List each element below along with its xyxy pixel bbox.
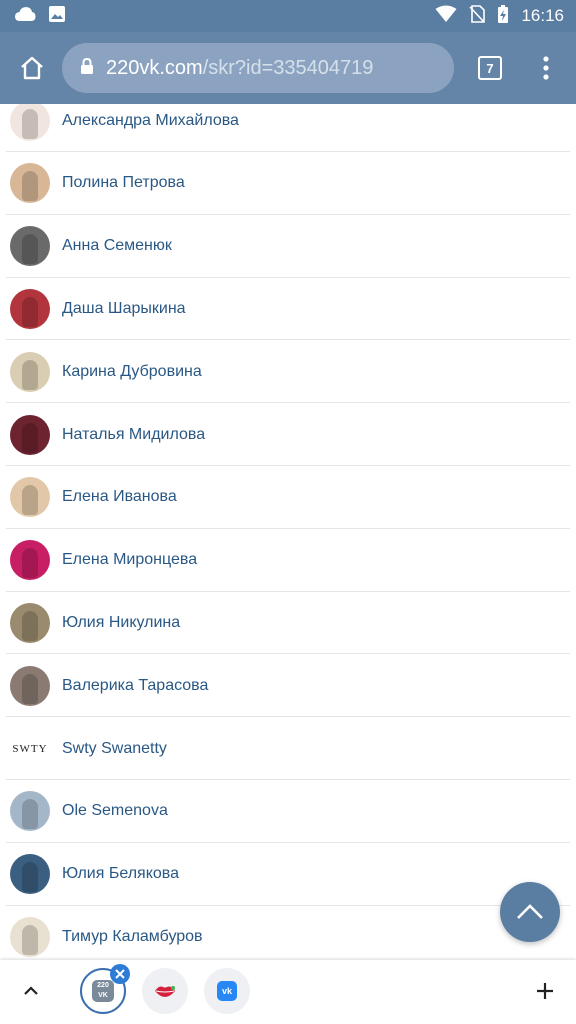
friend-row[interactable]: Даша Шарыкина: [6, 278, 570, 341]
avatar-photo: [22, 485, 38, 516]
friend-row[interactable]: Полина Петрова: [6, 153, 570, 215]
app-lips-button[interactable]: [142, 968, 188, 1014]
cloud-icon: [14, 6, 36, 27]
avatar-photo: [22, 862, 38, 893]
avatar[interactable]: SWTY: [10, 728, 50, 769]
chevron-up-icon: [517, 904, 543, 919]
new-tab-button[interactable]: [522, 968, 568, 1014]
url-path: /skr?id=335404719: [202, 56, 374, 79]
friend-name[interactable]: Александра Михайлова: [62, 112, 239, 130]
overflow-menu-button[interactable]: [526, 38, 566, 98]
avatar-photo: [22, 610, 38, 641]
avatar-photo: [22, 548, 38, 579]
friends-list: Александра Михайлова Полина Петрова Анна С…: [0, 104, 576, 960]
avatar[interactable]: [10, 226, 50, 267]
friend-row[interactable]: Валерика Тарасова: [6, 655, 570, 718]
no-sim-icon: [469, 4, 486, 28]
avatar[interactable]: [10, 414, 50, 455]
status-bar: 16:16: [0, 0, 576, 32]
friend-name[interactable]: Ole Semenova: [62, 802, 168, 820]
scroll-to-top-button[interactable]: [500, 882, 560, 942]
220vk-logo-icon: 220 VK: [92, 980, 114, 1002]
avatar-photo: [22, 422, 38, 453]
battery-charging-icon: [497, 4, 509, 29]
friend-name[interactable]: Елена Иванова: [62, 488, 177, 506]
avatar[interactable]: [10, 665, 50, 706]
lips-icon: [155, 986, 175, 997]
avatar-photo: [22, 171, 38, 202]
avatar-photo: [22, 108, 38, 139]
browser-toolbar: 220vk.com/skr?id=335404719 7: [0, 32, 576, 104]
friend-row[interactable]: Юлия Никулина: [6, 592, 570, 655]
avatar[interactable]: [10, 791, 50, 832]
friend-row[interactable]: Елена Миронцева: [6, 530, 570, 592]
avatar[interactable]: [10, 351, 50, 392]
avatar[interactable]: [10, 916, 50, 957]
home-button[interactable]: [2, 38, 62, 98]
friend-row[interactable]: Александра Михайлова: [6, 104, 570, 152]
friend-name[interactable]: Анна Семенюк: [62, 237, 172, 255]
friend-name[interactable]: Валерика Тарасова: [62, 677, 208, 695]
address-bar[interactable]: 220vk.com/skr?id=335404719: [62, 43, 454, 93]
close-icon: [115, 969, 125, 979]
avatar-photo: [22, 234, 38, 265]
avatar[interactable]: [10, 540, 50, 581]
friend-name[interactable]: Полина Петрова: [62, 174, 185, 192]
vk-logo-icon: vk: [217, 981, 237, 1001]
friend-name[interactable]: Юлия Белякова: [62, 865, 179, 883]
app-vk-button[interactable]: vk: [204, 968, 250, 1014]
avatar-photo: [22, 799, 38, 830]
friend-row[interactable]: Ole Semenova: [6, 781, 570, 843]
friend-name[interactable]: Даша Шарыкина: [62, 300, 186, 318]
home-icon: [21, 56, 43, 80]
avatar-photo: [22, 296, 38, 327]
close-badge-button[interactable]: [110, 964, 130, 984]
avatar-photo: [22, 924, 38, 955]
wifi-icon: [435, 5, 457, 28]
friend-name[interactable]: Карина Дубровина: [62, 363, 202, 381]
bottom-bar: 220 VK vk: [0, 960, 576, 1024]
friend-name[interactable]: Тимур Каламбуров: [62, 928, 203, 946]
tab-switcher-button[interactable]: 7: [460, 38, 520, 98]
avatar-text: SWTY: [12, 742, 48, 755]
expand-bar-button[interactable]: [8, 968, 54, 1014]
friend-row[interactable]: Карина Дубровина: [6, 341, 570, 404]
friend-name[interactable]: Юлия Никулина: [62, 614, 180, 632]
avatar[interactable]: [10, 854, 50, 895]
avatar[interactable]: [10, 477, 50, 518]
url-host: 220vk.com: [106, 56, 203, 79]
friend-row[interactable]: Наталья Мидилова: [6, 404, 570, 466]
more-vert-icon: [543, 56, 549, 80]
chevron-up-icon: [24, 986, 38, 995]
friend-name[interactable]: Наталья Мидилова: [62, 426, 205, 444]
image-icon: [48, 5, 66, 28]
avatar[interactable]: [10, 602, 50, 643]
friend-row[interactable]: Елена Иванова: [6, 467, 570, 529]
avatar-photo: [22, 359, 38, 390]
friend-name[interactable]: Swty Swanetty: [62, 740, 167, 758]
friend-row[interactable]: Тимур Каламбуров: [6, 906, 570, 960]
friend-name[interactable]: Елена Миронцева: [62, 551, 197, 569]
avatar[interactable]: [10, 104, 50, 141]
avatar-photo: [22, 673, 38, 704]
friend-row[interactable]: SWTY Swty Swanetty: [6, 718, 570, 780]
friend-row[interactable]: Анна Семенюк: [6, 216, 570, 278]
plus-icon: [537, 983, 553, 999]
friend-row[interactable]: Юлия Белякова: [6, 844, 570, 906]
tab-count: 7: [478, 56, 502, 80]
lock-icon: [80, 57, 94, 80]
clock: 16:16: [521, 6, 564, 25]
avatar[interactable]: [10, 163, 50, 204]
app-220vk-button[interactable]: 220 VK: [80, 964, 130, 1014]
avatar[interactable]: [10, 288, 50, 329]
